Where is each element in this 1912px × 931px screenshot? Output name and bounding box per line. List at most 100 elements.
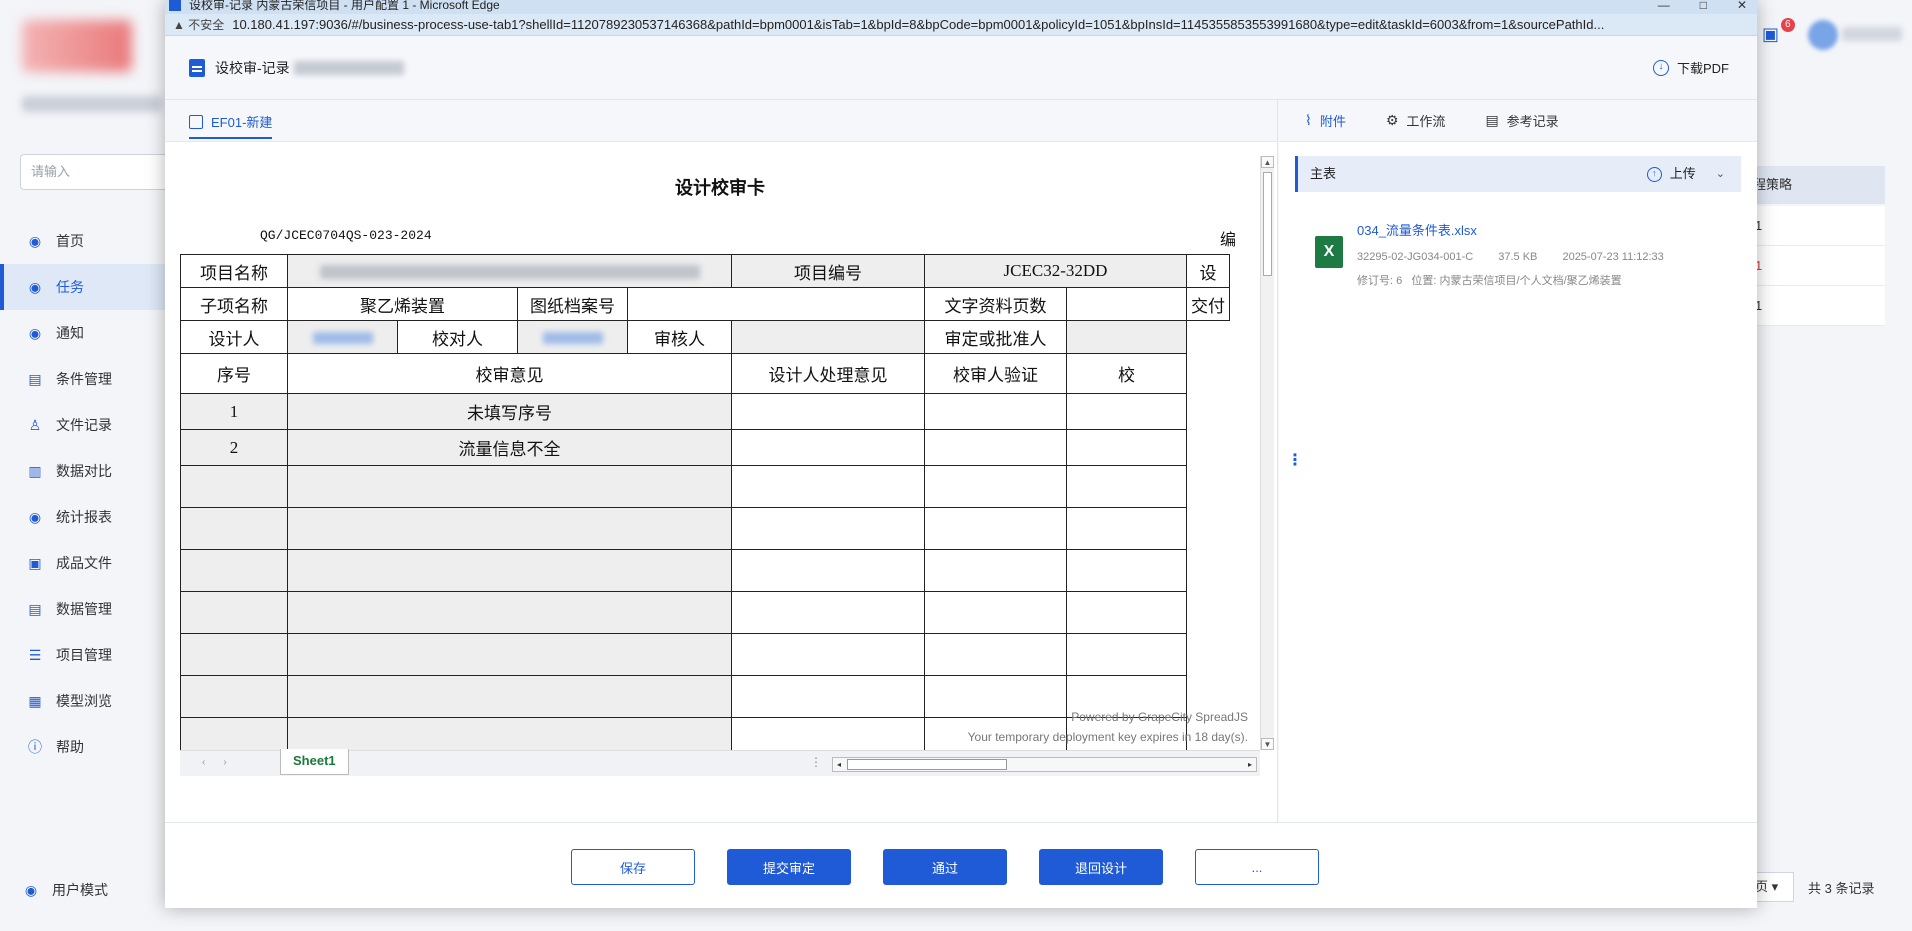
avatar[interactable]: [1808, 20, 1838, 50]
tab-workflow[interactable]: ⚙ 工作流: [1386, 111, 1446, 130]
empty-cell[interactable]: [924, 549, 1067, 592]
empty-cell[interactable]: [1066, 633, 1187, 676]
tab-paperclip[interactable]: ⌇ 附件: [1305, 111, 1346, 130]
sheet-tab[interactable]: Sheet1: [280, 749, 349, 775]
project-no-value[interactable]: JCEC32-32DD: [924, 254, 1187, 288]
vertical-scrollbar[interactable]: ▲ ▼: [1260, 156, 1274, 750]
submit-approval-button[interactable]: 提交审定: [727, 849, 851, 885]
user-mode-button[interactable]: ◉ 用户模式: [22, 880, 108, 900]
close-icon[interactable]: ✕: [1737, 0, 1747, 11]
project-name-value[interactable]: [287, 254, 732, 288]
empty-cell[interactable]: [1066, 507, 1187, 550]
empty-cell[interactable]: [924, 633, 1067, 676]
sidebar-item-4[interactable]: ♙ 文件记录: [0, 402, 175, 448]
sidebar-item-5[interactable]: ▥ 数据对比: [0, 448, 175, 494]
spreadsheet[interactable]: 设计校审卡 QG/JCEC0704QS-023-2024 编 项目名称 项目编号…: [180, 156, 1260, 776]
row-1-opinion[interactable]: 未填写序号: [287, 393, 732, 430]
sidebar-item-0[interactable]: ◉ 首页: [0, 218, 175, 264]
more-button[interactable]: ...: [1195, 849, 1319, 885]
sub-name-value[interactable]: 聚乙烯装置: [287, 287, 518, 321]
empty-cell[interactable]: [287, 633, 732, 676]
empty-cell[interactable]: [180, 675, 288, 718]
scroll-thumb[interactable]: [1263, 172, 1272, 276]
row-2-verify[interactable]: [924, 429, 1067, 466]
row-1-no[interactable]: 1: [180, 393, 288, 430]
scroll-right-icon[interactable]: ▸: [1244, 758, 1256, 771]
download-pdf-button[interactable]: ↓ 下载PDF: [1652, 58, 1729, 77]
empty-cell[interactable]: [180, 549, 288, 592]
scroll-up-icon[interactable]: ▲: [1261, 156, 1274, 168]
empty-cell[interactable]: [731, 675, 925, 718]
message-icon[interactable]: ▣: [1762, 24, 1779, 45]
sidebar-item-7[interactable]: ▣ 成品文件: [0, 540, 175, 586]
empty-cell[interactable]: [924, 675, 1067, 718]
sidebar-item-10[interactable]: ▦ 模型浏览: [0, 678, 175, 724]
sidebar-item-1[interactable]: ◉ 任务: [0, 264, 175, 310]
empty-cell[interactable]: [287, 675, 732, 718]
scroll-down-icon[interactable]: ▼: [1261, 738, 1274, 750]
sidebar-item-3[interactable]: ▤ 条件管理: [0, 356, 175, 402]
row-2-reply[interactable]: [731, 429, 925, 466]
maximize-icon[interactable]: □: [1700, 0, 1707, 11]
row-1-check[interactable]: [1066, 393, 1187, 430]
approver-value[interactable]: [1066, 320, 1187, 354]
url-text[interactable]: 10.180.41.197:9036/#/business-process-us…: [232, 17, 1604, 32]
pass-button[interactable]: 通过: [883, 849, 1007, 885]
empty-cell[interactable]: [731, 549, 925, 592]
empty-cell[interactable]: [924, 591, 1067, 634]
sidebar-item-2[interactable]: ◉ 通知: [0, 310, 175, 356]
empty-cell[interactable]: [287, 591, 732, 634]
table-row[interactable]: 1: [1745, 286, 1885, 326]
tab-ef01[interactable]: EF01-新建: [189, 112, 273, 139]
empty-cell[interactable]: [180, 465, 288, 508]
drawing-no-value[interactable]: [627, 287, 925, 321]
chevron-down-icon[interactable]: ⌄: [1716, 156, 1725, 192]
empty-cell[interactable]: [731, 465, 925, 508]
empty-cell[interactable]: [1066, 549, 1187, 592]
sidebar-item-8[interactable]: ▤ 数据管理: [0, 586, 175, 632]
horizontal-scrollbar[interactable]: ◂ ▸: [832, 757, 1257, 772]
empty-cell[interactable]: [924, 507, 1067, 550]
table-row[interactable]: 1: [1745, 206, 1885, 246]
upload-button[interactable]: ↑ 上传 ⌄: [1646, 156, 1725, 192]
empty-cell[interactable]: [287, 549, 732, 592]
empty-cell[interactable]: [287, 465, 732, 508]
empty-cell[interactable]: [1066, 591, 1187, 634]
empty-cell[interactable]: [731, 633, 925, 676]
empty-cell[interactable]: [287, 507, 732, 550]
scroll-left-icon[interactable]: ◂: [833, 758, 845, 771]
sidebar-item-11[interactable]: ⓘ 帮助: [0, 724, 175, 770]
empty-cell[interactable]: [1066, 465, 1187, 508]
file-name-link[interactable]: 034_流量条件表.xlsx: [1357, 220, 1477, 239]
row-2-opinion[interactable]: 流量信息不全: [287, 429, 732, 466]
row-1-reply[interactable]: [731, 393, 925, 430]
splitter-handle[interactable]: ⋮: [810, 755, 822, 769]
main-table-section[interactable]: 主表 ↑ 上传 ⌄: [1295, 156, 1741, 192]
not-secure-label[interactable]: ▲ 不安全: [173, 16, 224, 33]
sidebar-item-6[interactable]: ◉ 统计报表: [0, 494, 175, 540]
sidebar-item-9[interactable]: ☰ 项目管理: [0, 632, 175, 678]
table-row[interactable]: 1: [1745, 246, 1885, 286]
empty-cell[interactable]: [180, 507, 288, 550]
tab-record[interactable]: ▤ 参考记录: [1485, 111, 1558, 130]
reviewer-value[interactable]: [731, 320, 925, 354]
dialog-title: 设校审-记录: [215, 59, 290, 76]
return-design-button[interactable]: 退回设计: [1039, 849, 1163, 885]
address-bar[interactable]: ▲ 不安全 10.180.41.197:9036/#/business-proc…: [165, 14, 1757, 36]
empty-cell[interactable]: [731, 591, 925, 634]
save-button[interactable]: 保存: [571, 849, 695, 885]
hscroll-thumb[interactable]: [847, 759, 1007, 770]
empty-cell[interactable]: [924, 465, 1067, 508]
checker-value[interactable]: [517, 320, 628, 354]
sheet-nav-arrows[interactable]: ‹›: [202, 757, 245, 768]
row-2-check[interactable]: [1066, 429, 1187, 466]
designer-value[interactable]: [287, 320, 398, 354]
empty-cell[interactable]: [180, 591, 288, 634]
empty-cell[interactable]: [180, 633, 288, 676]
empty-cell[interactable]: [731, 507, 925, 550]
row-2-no[interactable]: 2: [180, 429, 288, 466]
more-vertical-icon[interactable]: ⋮: [1287, 450, 1303, 470]
minimize-icon[interactable]: —: [1658, 0, 1670, 11]
text-pages-value[interactable]: [1066, 287, 1187, 321]
row-1-verify[interactable]: [924, 393, 1067, 430]
